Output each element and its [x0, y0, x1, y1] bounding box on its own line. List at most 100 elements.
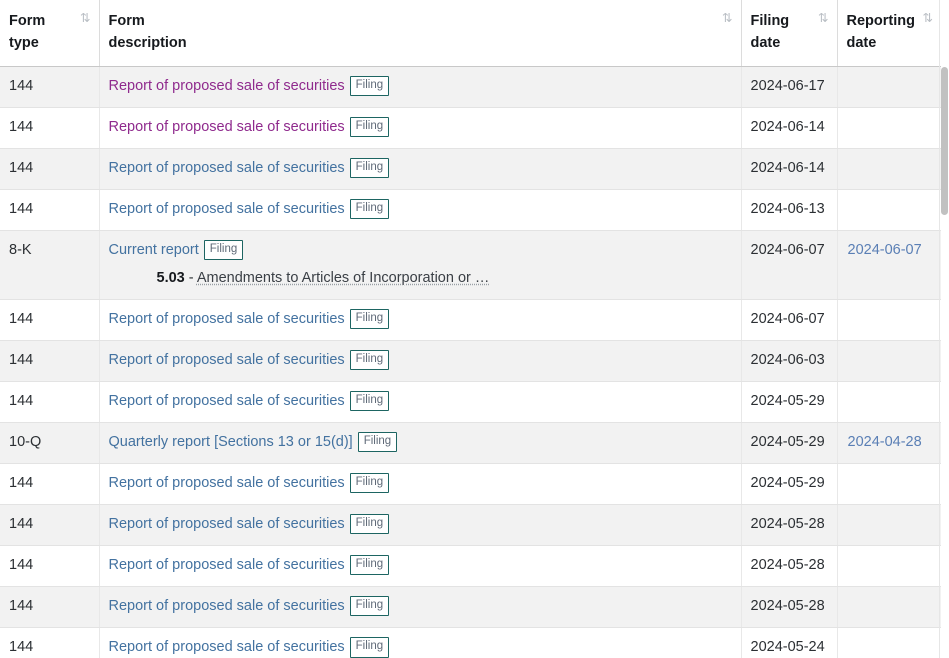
cell-filing-date: 2024-06-13 — [741, 190, 837, 231]
cell-form-type: 144 — [0, 190, 99, 231]
cell-filing-date: 2024-05-29 — [741, 464, 837, 505]
table-row: 144Report of proposed sale of securities… — [0, 108, 941, 149]
cell-reporting-date — [837, 628, 941, 658]
filing-description-link[interactable]: Current report — [109, 242, 199, 258]
table-row: 10-QQuarterly report [Sections 13 or 15(… — [0, 423, 941, 464]
description-line: Report of proposed sale of securities Fil… — [109, 117, 732, 138]
cell-form-type: 144 — [0, 382, 99, 423]
filing-item-line: 5.03 - Amendments to Articles of Incorpo… — [109, 268, 732, 289]
cell-form-description: Report of proposed sale of securities Fil… — [99, 190, 741, 231]
filing-description-link[interactable]: Report of proposed sale of securities — [109, 78, 345, 94]
cell-form-description: Report of proposed sale of securities Fil… — [99, 341, 741, 382]
cell-reporting-date — [837, 587, 941, 628]
cell-form-type: 144 — [0, 505, 99, 546]
description-line: Report of proposed sale of securities Fil… — [109, 199, 732, 220]
table-row: 144Report of proposed sale of securities… — [0, 67, 941, 108]
cell-form-description: Report of proposed sale of securities Fil… — [99, 546, 741, 587]
cell-reporting-date — [837, 300, 941, 341]
cell-form-description: Report of proposed sale of securities Fil… — [99, 587, 741, 628]
filing-item-number: 5.03 — [157, 270, 185, 286]
filing-item-separator: - — [185, 270, 197, 286]
cell-reporting-date — [837, 382, 941, 423]
filing-badge[interactable]: Filing — [350, 350, 389, 370]
description-line: Report of proposed sale of securities Fil… — [109, 309, 732, 330]
cell-form-type: 144 — [0, 628, 99, 658]
filing-badge[interactable]: Filing — [204, 240, 243, 260]
cell-filing-date: 2024-06-03 — [741, 341, 837, 382]
column-header-form-type[interactable]: Form type ⇅ — [0, 0, 99, 67]
table-row: 144 Report of proposed sale of securities… — [0, 505, 941, 546]
filing-description-link[interactable]: Report of proposed sale of securities — [109, 475, 345, 491]
filing-description-link[interactable]: Report of proposed sale of securities — [109, 516, 345, 532]
cell-form-description: Report of proposed sale of securities Fil… — [99, 67, 741, 108]
table-row: 144Report of proposed sale of securities… — [0, 341, 941, 382]
column-header-reporting-date-label-line2: date — [847, 32, 915, 54]
cell-filing-date: 2024-05-29 — [741, 423, 837, 464]
filing-badge[interactable]: Filing — [350, 473, 389, 493]
cell-filing-date: 2024-05-29 — [741, 382, 837, 423]
table-row: 144 Report of proposed sale of securities… — [0, 300, 941, 341]
cell-reporting-date: 2024-04-28 — [837, 423, 941, 464]
filing-badge[interactable]: Filing — [350, 76, 389, 96]
cell-form-type: 144 — [0, 149, 99, 190]
filing-description-link[interactable]: Report of proposed sale of securities — [109, 639, 345, 655]
column-header-filing-date-label-line1: Filing — [751, 13, 790, 29]
table-row: 144 Report of proposed sale of securities… — [0, 628, 941, 658]
description-line: Quarterly report [Sections 13 or 15(d)] F… — [109, 432, 732, 453]
description-line: Report of proposed sale of securities Fil… — [109, 473, 732, 494]
cell-form-description: Report of proposed sale of securities Fil… — [99, 149, 741, 190]
filing-description-link[interactable]: Report of proposed sale of securities — [109, 557, 345, 573]
filing-badge[interactable]: Filing — [350, 199, 389, 219]
description-line: Report of proposed sale of securities Fil… — [109, 514, 732, 535]
cell-reporting-date: 2024-06-07 — [837, 231, 941, 300]
filing-description-link[interactable]: Report of proposed sale of securities — [109, 201, 345, 217]
description-line: Report of proposed sale of securities Fil… — [109, 158, 732, 179]
column-header-filing-date-label: Filing date — [751, 10, 790, 54]
sort-icon[interactable]: ⇅ — [923, 10, 932, 27]
sort-icon[interactable]: ⇅ — [722, 10, 731, 27]
description-line: Current report Filing — [109, 240, 732, 261]
cell-filing-date: 2024-06-07 — [741, 231, 837, 300]
filing-description-link[interactable]: Report of proposed sale of securities — [109, 160, 345, 176]
filing-item-description[interactable]: Amendments to Articles of Incorporation … — [197, 270, 490, 286]
filing-badge[interactable]: Filing — [350, 555, 389, 575]
filing-description-link[interactable]: Report of proposed sale of securities — [109, 598, 345, 614]
filing-badge[interactable]: Filing — [350, 309, 389, 329]
filing-badge[interactable]: Filing — [350, 391, 389, 411]
cell-filing-date: 2024-06-14 — [741, 149, 837, 190]
table-row: 144 Report of proposed sale of securities… — [0, 149, 941, 190]
sort-icon[interactable]: ⇅ — [80, 10, 89, 27]
cell-form-type: 144 — [0, 300, 99, 341]
column-header-form-description[interactable]: Form description ⇅ — [99, 0, 741, 67]
column-header-form-description-label-line1: Form — [109, 13, 145, 29]
cell-filing-date: 2024-05-28 — [741, 546, 837, 587]
cell-form-type: 144 — [0, 464, 99, 505]
sort-icon[interactable]: ⇅ — [818, 10, 827, 27]
table-row: 144 Report of proposed sale of securities… — [0, 190, 941, 231]
filing-badge[interactable]: Filing — [358, 432, 397, 452]
filing-badge[interactable]: Filing — [350, 514, 389, 534]
column-header-form-type-label: Form type — [9, 10, 45, 54]
filings-table-scroll-container[interactable]: Form type ⇅ Form description ⇅ — [0, 0, 949, 658]
filing-description-link[interactable]: Report of proposed sale of securities — [109, 352, 345, 368]
description-line: Report of proposed sale of securities Fil… — [109, 555, 732, 576]
filing-description-link[interactable]: Report of proposed sale of securities — [109, 393, 345, 409]
column-header-form-description-label: Form description — [109, 10, 187, 54]
filing-description-link[interactable]: Report of proposed sale of securities — [109, 119, 345, 135]
cell-filing-date: 2024-05-28 — [741, 505, 837, 546]
filing-badge[interactable]: Filing — [350, 637, 389, 657]
filing-badge[interactable]: Filing — [350, 158, 389, 178]
description-line: Report of proposed sale of securities Fil… — [109, 596, 732, 617]
cell-reporting-date — [837, 464, 941, 505]
filing-badge[interactable]: Filing — [350, 596, 389, 616]
column-header-form-description-label-line2: description — [109, 32, 187, 54]
column-header-filing-date[interactable]: Filing date ⇅ — [741, 0, 837, 67]
column-header-reporting-date[interactable]: Reporting date ⇅ — [837, 0, 941, 67]
cell-form-type: 8-K — [0, 231, 99, 300]
filing-description-link[interactable]: Quarterly report [Sections 13 or 15(d)] — [109, 434, 353, 450]
filing-description-link[interactable]: Report of proposed sale of securities — [109, 311, 345, 327]
filing-badge[interactable]: Filing — [350, 117, 389, 137]
cell-form-type: 144 — [0, 67, 99, 108]
cell-form-description: Report of proposed sale of securities Fil… — [99, 464, 741, 505]
cell-reporting-date — [837, 108, 941, 149]
